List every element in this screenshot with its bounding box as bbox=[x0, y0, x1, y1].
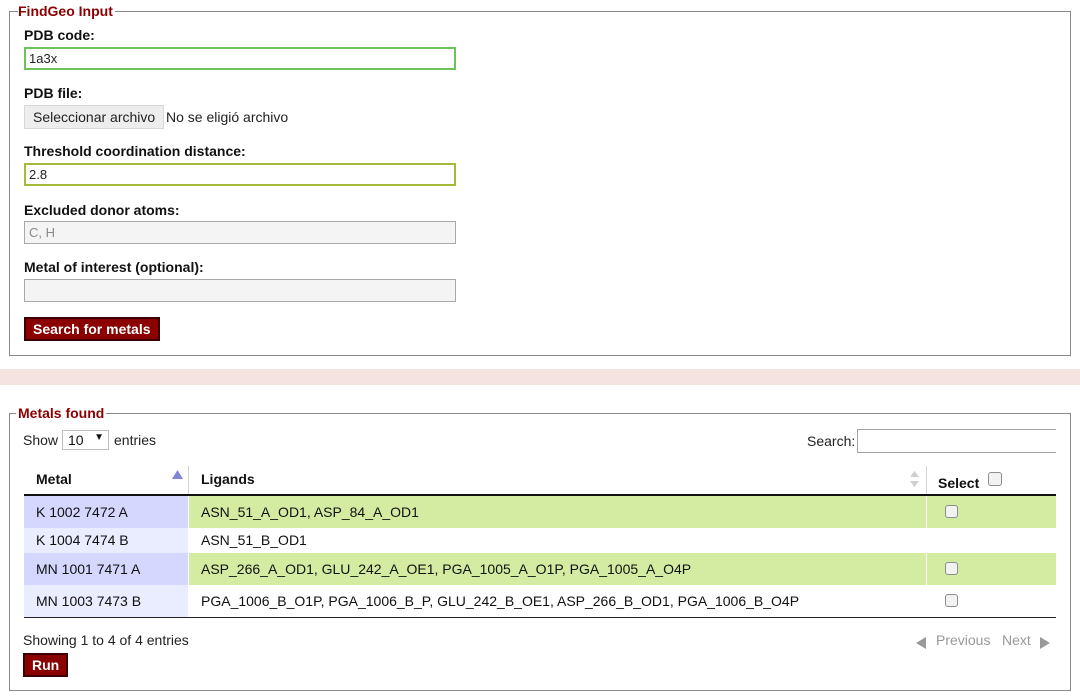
dropdown-arrow-icon: ▼ bbox=[94, 432, 104, 443]
header-divider bbox=[188, 466, 189, 494]
ligands-cell: ASP_266_A_OD1, GLU_242_A_OE1, PGA_1005_A… bbox=[201, 561, 692, 577]
cell-divider bbox=[926, 553, 927, 585]
search-label: Search: bbox=[807, 433, 856, 449]
threshold-label: Threshold coordination distance: bbox=[24, 143, 246, 159]
pdb-code-input[interactable] bbox=[24, 47, 456, 70]
metal-cell: K 1002 7472 A bbox=[36, 504, 128, 520]
select-all-checkbox[interactable] bbox=[988, 472, 1002, 486]
previous-arrow-icon[interactable] bbox=[916, 637, 926, 649]
excluded-donor-label: Excluded donor atoms: bbox=[24, 202, 180, 218]
cell-divider bbox=[188, 553, 189, 585]
section-divider bbox=[0, 369, 1080, 385]
row-select-checkbox[interactable] bbox=[945, 594, 958, 607]
choose-file-button[interactable]: Seleccionar archivo bbox=[24, 105, 165, 129]
findgeo-input-legend: FindGeo Input bbox=[16, 2, 115, 20]
metal-cell: MN 1001 7471 A bbox=[36, 561, 141, 577]
table-bottom-rule bbox=[24, 617, 1056, 618]
legend-gap bbox=[10, 11, 18, 12]
pdb-code-label: PDB code: bbox=[24, 27, 95, 43]
excluded-donor-input[interactable] bbox=[24, 221, 456, 244]
file-status-text: No se eligió archivo bbox=[166, 109, 289, 125]
ligands-column-header[interactable]: Ligands bbox=[201, 471, 255, 487]
sort-ascending-icon[interactable] bbox=[172, 470, 183, 479]
show-label: Show bbox=[23, 432, 59, 448]
entries-per-page-value: 10 bbox=[68, 432, 84, 448]
row-select-checkbox[interactable] bbox=[945, 562, 958, 575]
metal-column-header[interactable]: Metal bbox=[36, 471, 72, 487]
ligands-cell: ASN_51_A_OD1, ASP_84_A_OD1 bbox=[201, 504, 419, 520]
previous-page-button[interactable]: Previous bbox=[936, 632, 990, 648]
sort-both-icon[interactable] bbox=[910, 471, 919, 487]
header-divider bbox=[926, 466, 927, 494]
pdb-file-label: PDB file: bbox=[24, 85, 83, 101]
metal-cell: MN 1003 7473 B bbox=[36, 593, 142, 609]
next-page-button[interactable]: Next bbox=[1002, 632, 1031, 648]
metals-found-legend: Metals found bbox=[16, 404, 107, 422]
cell-divider bbox=[188, 496, 189, 528]
findgeo-input-panel: FindGeo Input PDB code: PDB file: Selecc… bbox=[9, 2, 1071, 356]
ligands-cell: ASN_51_B_OD1 bbox=[201, 532, 307, 548]
table-search-input[interactable] bbox=[857, 429, 1056, 453]
entries-per-page-select[interactable]: 10 ▼ bbox=[62, 430, 109, 450]
search-for-metals-button[interactable]: Search for metals bbox=[24, 317, 160, 341]
entries-label: entries bbox=[114, 432, 157, 448]
metal-cell: K 1004 7474 B bbox=[36, 532, 129, 548]
threshold-input[interactable] bbox=[24, 163, 456, 186]
metal-of-interest-input[interactable] bbox=[24, 279, 456, 302]
select-column-header: Select bbox=[938, 475, 980, 491]
next-arrow-icon[interactable] bbox=[1040, 637, 1050, 649]
row-select-checkbox[interactable] bbox=[945, 505, 958, 518]
table-info-text: Showing 1 to 4 of 4 entries bbox=[23, 632, 189, 648]
cell-divider bbox=[926, 496, 927, 528]
ligands-cell: PGA_1006_B_O1P, PGA_1006_B_P, GLU_242_B_… bbox=[201, 593, 800, 609]
run-button[interactable]: Run bbox=[23, 653, 69, 677]
metal-of-interest-label: Metal of interest (optional): bbox=[24, 259, 204, 275]
